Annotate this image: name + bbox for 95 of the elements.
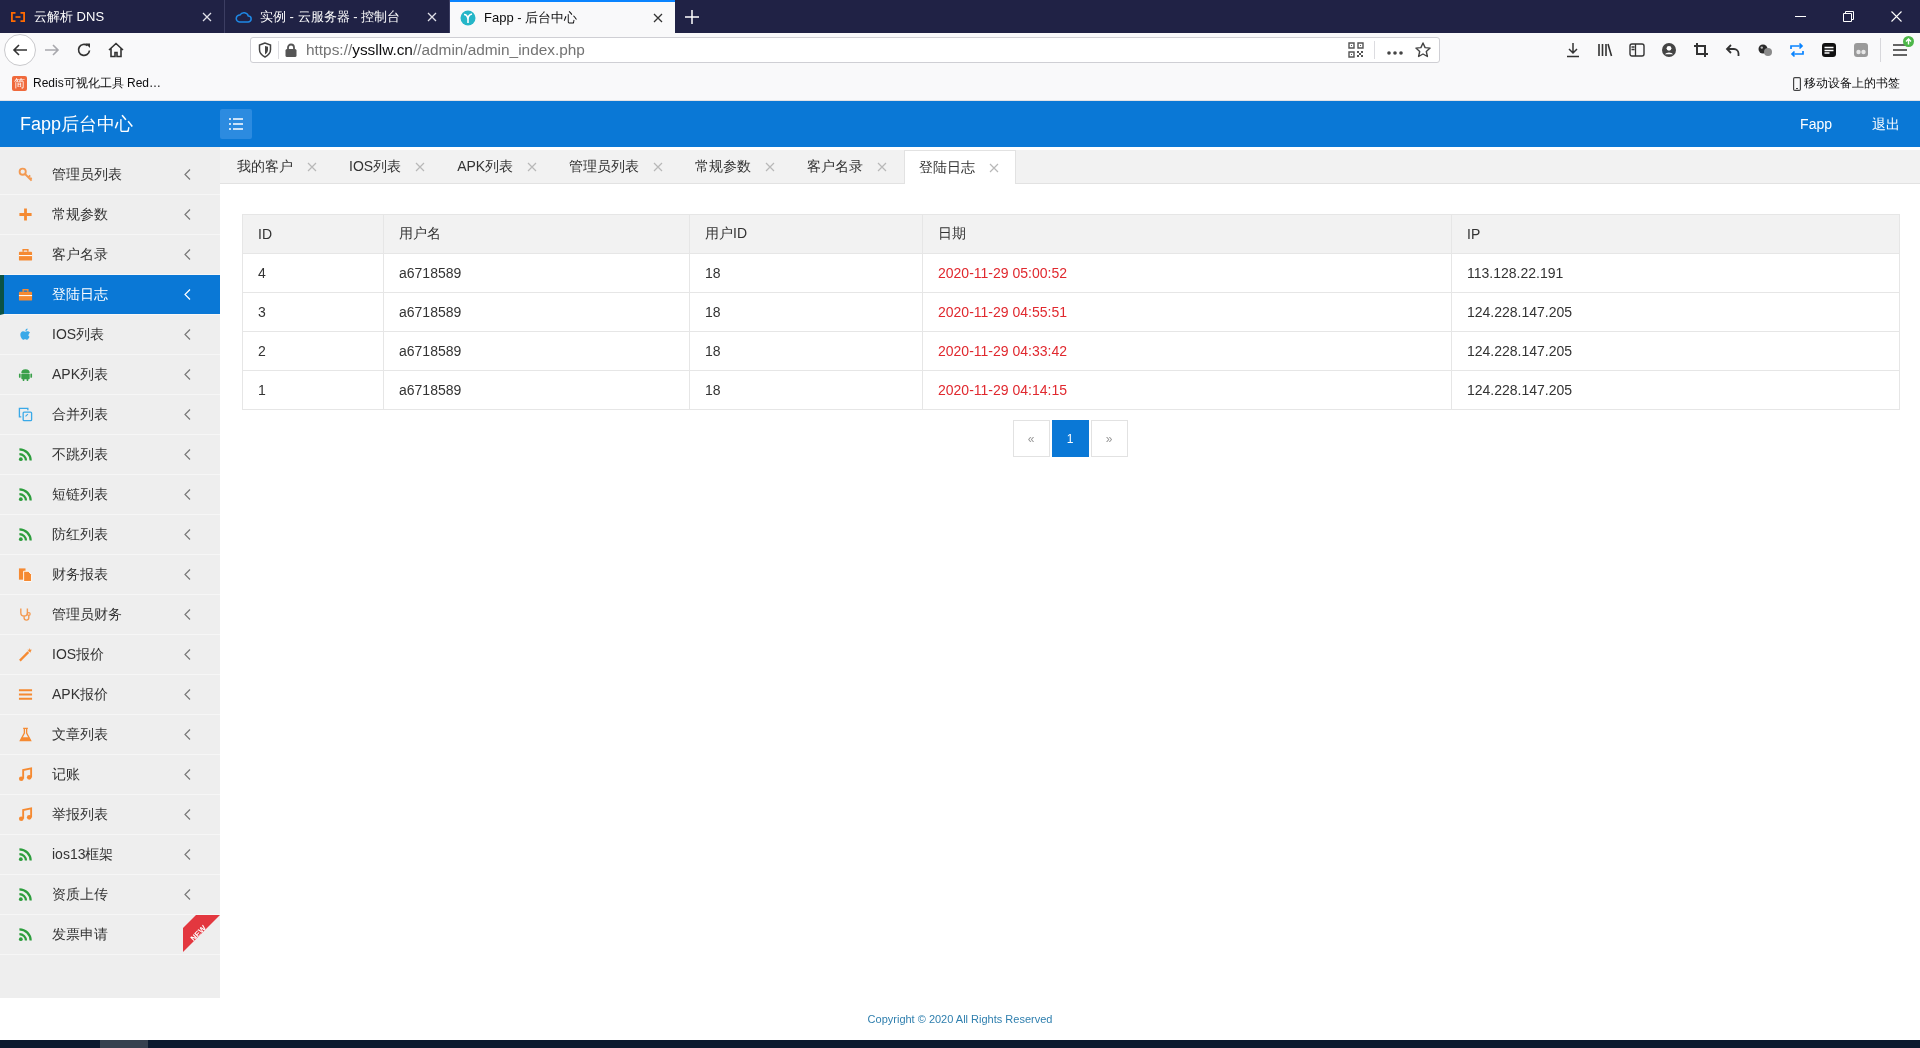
page-tab[interactable]: IOS列表 [334, 150, 443, 183]
repeat-arrows-icon[interactable] [1789, 42, 1805, 58]
address-bar[interactable]: https://yssllw.cn//admin/admin_index.php [250, 37, 1440, 63]
table-cell: 2020-11-29 05:00:52 [922, 253, 1452, 293]
copyright-text: Copyright © 2020 All Rights Reserved [867, 1013, 1053, 1025]
arrow-left-icon [12, 42, 28, 58]
chevron-left-icon [184, 809, 191, 820]
spheres-icon[interactable] [1757, 42, 1773, 58]
minimize-icon[interactable] [1794, 16, 1806, 17]
qr-code-icon[interactable] [1348, 42, 1364, 58]
leaf-logo-icon [460, 9, 476, 26]
chevron-left-icon [184, 169, 191, 180]
update-badge-icon [1903, 36, 1914, 47]
chevron-left-icon [184, 449, 191, 460]
table-cell: 2020-11-29 04:33:42 [922, 331, 1452, 371]
bookmark-favicon-icon: 简 [12, 76, 27, 91]
page-tab[interactable]: 客户名录 [792, 150, 905, 183]
curved-arrow-icon[interactable] [1725, 42, 1741, 58]
chevron-left-icon [184, 569, 191, 580]
menu-toggle-button[interactable] [220, 109, 252, 139]
table-cell: 2020-11-29 04:55:51 [922, 292, 1452, 332]
chevron-left-icon [184, 409, 191, 420]
page-number-button[interactable]: 1 [1051, 420, 1089, 457]
crop-icon[interactable] [1693, 42, 1709, 58]
close-icon[interactable] [653, 12, 663, 23]
table-cell: a6718589 [383, 370, 690, 410]
chevron-left-icon [184, 249, 191, 260]
chevron-left-icon [184, 369, 191, 380]
bookmark-item[interactable]: 简 Redis可视化工具 Red… [12, 75, 162, 92]
table-cell: 3 [242, 292, 384, 332]
column-header: 用户名 [383, 214, 690, 254]
page-tab[interactable]: 我的客户 [222, 150, 334, 183]
back-button[interactable] [4, 34, 36, 66]
panel-icon[interactable] [1821, 42, 1837, 58]
table-cell: 4 [242, 253, 384, 293]
shield-icon[interactable] [258, 42, 272, 58]
chevron-left-icon [184, 609, 191, 620]
cassette-icon[interactable] [1853, 42, 1869, 58]
chevron-left-icon [184, 689, 191, 700]
table-cell: 18 [689, 253, 923, 293]
column-header: 用户ID [689, 214, 923, 254]
table-cell: 18 [689, 370, 923, 410]
restore-icon[interactable] [1842, 11, 1854, 22]
chevron-left-icon [184, 529, 191, 540]
library-icon[interactable] [1597, 42, 1613, 58]
table-cell: 2 [242, 331, 384, 371]
sidebar-icon[interactable] [1629, 42, 1645, 58]
chevron-left-icon [184, 649, 191, 660]
table-cell: 2020-11-29 04:14:15 [922, 370, 1452, 410]
home-icon[interactable] [108, 42, 124, 58]
table-cell: 1 [242, 370, 384, 410]
table-cell: 113.128.22.191 [1451, 253, 1900, 293]
download-icon[interactable] [1565, 42, 1581, 58]
bracket-logo-icon [10, 10, 26, 23]
chevron-left-icon [184, 489, 191, 500]
more-icon[interactable] [1387, 51, 1403, 55]
column-header: 日期 [922, 214, 1452, 254]
page-tab[interactable]: APK列表 [442, 150, 555, 183]
column-header: ID [242, 214, 384, 254]
chevron-left-icon [184, 889, 191, 900]
table-cell: 18 [689, 292, 923, 332]
chevron-left-icon [184, 289, 191, 300]
column-header: IP [1451, 214, 1900, 254]
phone-icon [1793, 76, 1801, 91]
page-tab[interactable]: 登陆日志 [904, 150, 1017, 184]
table-cell: 124.228.147.205 [1451, 370, 1900, 410]
reload-icon[interactable] [76, 42, 92, 58]
chevron-left-icon [184, 329, 191, 340]
star-icon[interactable] [1415, 42, 1431, 58]
lock-icon[interactable] [285, 43, 297, 57]
page-tab[interactable]: 管理员列表 [554, 150, 681, 183]
page-tab[interactable]: 常规参数 [680, 150, 793, 183]
table-cell: a6718589 [383, 331, 690, 371]
url-text[interactable]: https://yssllw.cn//admin/admin_index.php [306, 41, 585, 59]
menu-icon[interactable] [1892, 43, 1908, 57]
chevron-left-icon [184, 849, 191, 860]
table-cell: 18 [689, 331, 923, 371]
header-link[interactable]: 退出 [1852, 101, 1920, 147]
chevron-left-icon [184, 209, 191, 220]
header-link[interactable]: Fapp [1780, 101, 1852, 147]
table-cell: 124.228.147.205 [1451, 292, 1900, 332]
table-cell: 124.228.147.205 [1451, 331, 1900, 371]
mobile-bookmarks-folder[interactable]: 移动设备上的书签 [1793, 75, 1900, 92]
account-icon[interactable] [1661, 42, 1677, 58]
browser-tab[interactable]: Fapp - 后台中心 [450, 0, 675, 33]
sidebar-item[interactable]: 财务报表 [0, 555, 220, 595]
table-cell: a6718589 [383, 253, 690, 293]
table-cell: a6718589 [383, 292, 690, 332]
sidebar-item[interactable]: 登陆日志 [0, 275, 220, 315]
plus-icon[interactable] [685, 9, 699, 24]
list-icon [229, 118, 243, 130]
chevron-left-icon [184, 769, 191, 780]
app-title: Fapp后台中心 [19, 113, 135, 136]
cloud-icon [235, 10, 252, 23]
chevron-left-icon [184, 729, 191, 740]
